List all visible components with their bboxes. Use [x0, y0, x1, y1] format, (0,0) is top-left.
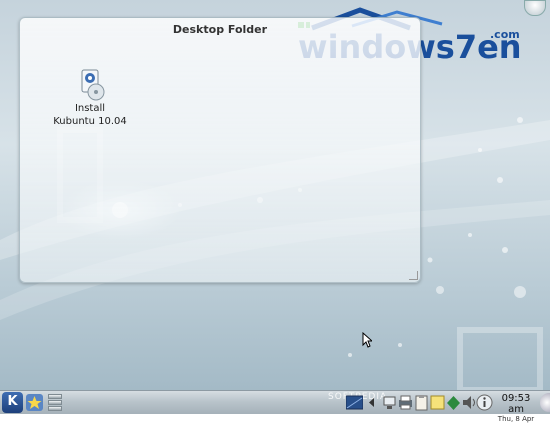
installer-icon — [73, 68, 107, 102]
desktop-icon-install-kubuntu[interactable]: Install Kubuntu 10.04 — [50, 68, 130, 128]
mouse-cursor-icon — [362, 331, 374, 352]
network-icon[interactable] — [381, 394, 398, 411]
kickoff-menu-button[interactable]: K — [2, 392, 23, 413]
favorites-star-icon[interactable] — [26, 394, 43, 411]
printer-icon[interactable] — [397, 394, 414, 411]
desktop-folder-widget[interactable]: Desktop Folder Install Kubuntu 10.04 — [19, 17, 421, 283]
digital-clock[interactable]: 09:53 am Thu, 8 Apr — [494, 393, 538, 424]
taskbar-panel: K SOFTPEDIA 09:53 am Thu, 8 Apr — [0, 390, 550, 423]
kde-logo-icon: K — [7, 394, 18, 409]
desktop[interactable]: windows7en .com Desktop Folder Install K… — [0, 0, 550, 413]
resize-handle[interactable] — [409, 271, 418, 280]
collapse-arrow-icon[interactable] — [367, 394, 377, 411]
clipboard-icon[interactable] — [413, 394, 430, 411]
clock-date: Thu, 8 Apr — [497, 415, 535, 423]
folder-title: Desktop Folder — [172, 23, 268, 36]
desktop-icon-label-line1: Install — [74, 103, 106, 114]
notes-icon[interactable] — [429, 394, 446, 411]
desktop-icon-label-line2: Kubuntu 10.04 — [53, 116, 127, 127]
clock-time: 09:53 am — [501, 393, 531, 415]
svg-text:.com: .com — [490, 28, 520, 41]
desktop-switcher[interactable] — [48, 393, 62, 411]
show-desktop-icon[interactable] — [345, 394, 364, 411]
panel-toolbox-button[interactable] — [540, 393, 550, 412]
update-notifier-icon[interactable] — [445, 394, 462, 411]
info-icon[interactable] — [476, 394, 493, 411]
